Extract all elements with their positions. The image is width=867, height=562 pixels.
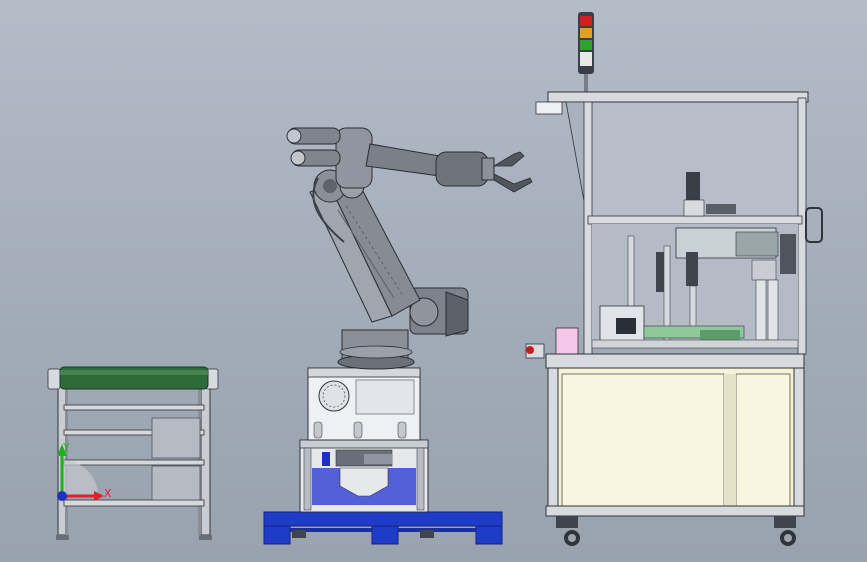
red-light bbox=[580, 16, 592, 26]
robot-base-housing bbox=[307, 367, 421, 441]
z-axis-origin bbox=[57, 491, 67, 501]
robot-pedestal bbox=[299, 439, 429, 513]
x-axis-label: X bbox=[104, 487, 112, 500]
six-axis-robot-arm bbox=[286, 127, 533, 370]
stack-light bbox=[578, 12, 594, 100]
assembly-scene: X Y bbox=[47, 12, 823, 546]
white-light bbox=[580, 52, 592, 66]
green-light bbox=[580, 40, 592, 50]
amber-light bbox=[580, 28, 592, 38]
cad-viewport[interactable]: X Y bbox=[0, 0, 867, 562]
coordinate-triad: X Y bbox=[57, 441, 112, 501]
y-axis-label: Y bbox=[62, 441, 70, 454]
enclosed-workcell bbox=[525, 91, 823, 546]
roller-conveyor bbox=[47, 366, 219, 540]
blue-pallet bbox=[263, 511, 503, 545]
